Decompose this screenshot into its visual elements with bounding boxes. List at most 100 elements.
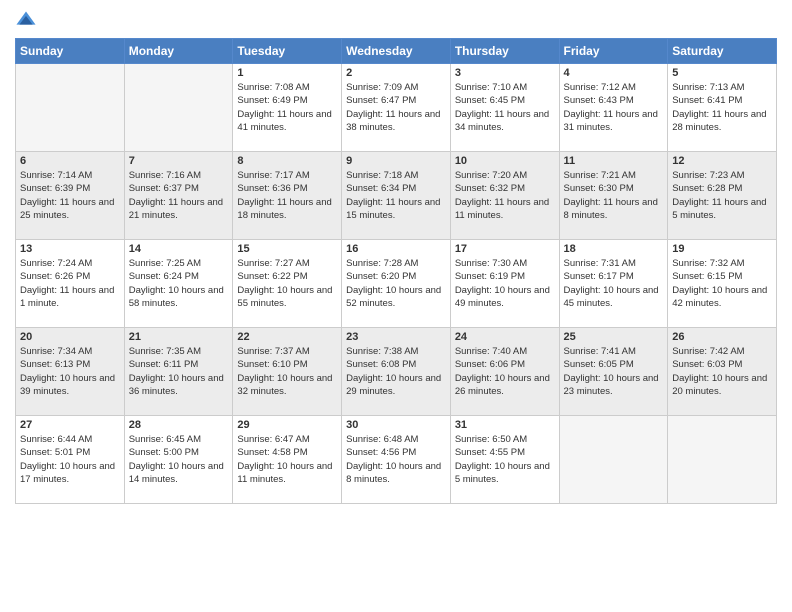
weekday-header-friday: Friday [559, 39, 668, 64]
day-number: 5 [672, 67, 772, 79]
day-number: 22 [237, 331, 337, 343]
day-number: 23 [346, 331, 446, 343]
day-info: Sunrise: 7:34 AMSunset: 6:13 PMDaylight:… [20, 345, 120, 398]
day-info: Sunrise: 6:48 AMSunset: 4:56 PMDaylight:… [346, 433, 446, 486]
calendar-cell: 11 Sunrise: 7:21 AMSunset: 6:30 PMDayligh… [559, 152, 668, 240]
day-info: Sunrise: 7:24 AMSunset: 6:26 PMDaylight:… [20, 257, 120, 310]
calendar-cell: 4Sunrise: 7:12 AMSunset: 6:43 PMDaylight… [559, 64, 668, 152]
calendar-cell: 28 Sunrise: 6:45 AMSunset: 5:00 PMDayligh… [124, 416, 233, 504]
calendar-cell: 24 Sunrise: 7:40 AMSunset: 6:06 PMDayligh… [450, 328, 559, 416]
logo-icon [15, 10, 37, 32]
calendar-cell: 8 Sunrise: 7:17 AMSunset: 6:36 PMDaylight… [233, 152, 342, 240]
day-info: Sunrise: 7:38 AMSunset: 6:08 PMDaylight:… [346, 345, 446, 398]
calendar-cell: 15Sunrise: 7:27 AMSunset: 6:22 PMDayligh… [233, 240, 342, 328]
week-row-4: 20 Sunrise: 7:34 AMSunset: 6:13 PMDayligh… [16, 328, 777, 416]
calendar-cell: 3 Sunrise: 7:10 AMSunset: 6:45 PMDaylight… [450, 64, 559, 152]
day-info: Sunrise: 6:47 AMSunset: 4:58 PMDaylight:… [237, 433, 337, 486]
day-number: 15 [237, 243, 337, 255]
day-number: 7 [129, 155, 229, 167]
day-number: 18 [564, 243, 664, 255]
calendar-cell: 9Sunrise: 7:18 AMSunset: 6:34 PMDaylight… [342, 152, 451, 240]
day-number: 16 [346, 243, 446, 255]
calendar-cell [668, 416, 777, 504]
day-number: 28 [129, 419, 229, 431]
weekday-header-saturday: Saturday [668, 39, 777, 64]
day-info: Sunrise: 7:31 AMSunset: 6:17 PMDaylight:… [564, 257, 664, 310]
day-number: 11 [564, 155, 664, 167]
day-number: 31 [455, 419, 555, 431]
calendar-cell: 26 Sunrise: 7:42 AMSunset: 6:03 PMDayligh… [668, 328, 777, 416]
calendar-cell: 13 Sunrise: 7:24 AMSunset: 6:26 PMDayligh… [16, 240, 125, 328]
day-info: Sunrise: 7:32 AMSunset: 6:15 PMDaylight:… [672, 257, 772, 310]
day-number: 27 [20, 419, 120, 431]
calendar-cell: 14 Sunrise: 7:25 AMSunset: 6:24 PMDayligh… [124, 240, 233, 328]
day-info: Sunrise: 7:28 AMSunset: 6:20 PMDaylight:… [346, 257, 446, 310]
calendar-cell: 16 Sunrise: 7:28 AMSunset: 6:20 PMDayligh… [342, 240, 451, 328]
day-number: 19 [672, 243, 772, 255]
calendar-header: SundayMondayTuesdayWednesdayThursdayFrid… [16, 39, 777, 64]
day-number: 1 [237, 67, 337, 79]
day-number: 2 [346, 67, 446, 79]
day-number: 12 [672, 155, 772, 167]
calendar-cell: 21 Sunrise: 7:35 AMSunset: 6:11 PMDayligh… [124, 328, 233, 416]
day-info: Sunrise: 7:10 AMSunset: 6:45 PMDaylight:… [455, 81, 555, 134]
calendar-cell: 30 Sunrise: 6:48 AMSunset: 4:56 PMDayligh… [342, 416, 451, 504]
weekday-header-sunday: Sunday [16, 39, 125, 64]
day-number: 30 [346, 419, 446, 431]
weekday-header-wednesday: Wednesday [342, 39, 451, 64]
day-info: Sunrise: 7:40 AMSunset: 6:06 PMDaylight:… [455, 345, 555, 398]
calendar: SundayMondayTuesdayWednesdayThursdayFrid… [15, 38, 777, 504]
weekday-row: SundayMondayTuesdayWednesdayThursdayFrid… [16, 39, 777, 64]
day-number: 14 [129, 243, 229, 255]
day-number: 3 [455, 67, 555, 79]
day-info: Sunrise: 7:42 AMSunset: 6:03 PMDaylight:… [672, 345, 772, 398]
day-number: 25 [564, 331, 664, 343]
day-info: Sunrise: 7:14 AMSunset: 6:39 PMDaylight:… [20, 169, 120, 222]
day-number: 24 [455, 331, 555, 343]
day-info: Sunrise: 7:25 AMSunset: 6:24 PMDaylight:… [129, 257, 229, 310]
day-number: 13 [20, 243, 120, 255]
calendar-cell [559, 416, 668, 504]
day-info: Sunrise: 7:21 AMSunset: 6:30 PMDaylight:… [564, 169, 664, 222]
calendar-cell: 2 Sunrise: 7:09 AMSunset: 6:47 PMDaylight… [342, 64, 451, 152]
day-info: Sunrise: 7:13 AMSunset: 6:41 PMDaylight:… [672, 81, 772, 134]
calendar-cell: 25 Sunrise: 7:41 AMSunset: 6:05 PMDayligh… [559, 328, 668, 416]
weekday-header-monday: Monday [124, 39, 233, 64]
day-info: Sunrise: 7:23 AMSunset: 6:28 PMDaylight:… [672, 169, 772, 222]
calendar-cell: 20 Sunrise: 7:34 AMSunset: 6:13 PMDayligh… [16, 328, 125, 416]
calendar-cell: 10 Sunrise: 7:20 AMSunset: 6:32 PMDayligh… [450, 152, 559, 240]
day-info: Sunrise: 6:50 AMSunset: 4:55 PMDaylight:… [455, 433, 555, 486]
day-info: Sunrise: 6:44 AMSunset: 5:01 PMDaylight:… [20, 433, 120, 486]
weekday-header-tuesday: Tuesday [233, 39, 342, 64]
day-info: Sunrise: 7:17 AMSunset: 6:36 PMDaylight:… [237, 169, 337, 222]
day-number: 29 [237, 419, 337, 431]
day-number: 8 [237, 155, 337, 167]
day-number: 21 [129, 331, 229, 343]
week-row-5: 27 Sunrise: 6:44 AMSunset: 5:01 PMDayligh… [16, 416, 777, 504]
day-number: 17 [455, 243, 555, 255]
calendar-cell: 12 Sunrise: 7:23 AMSunset: 6:28 PMDayligh… [668, 152, 777, 240]
calendar-cell: 27 Sunrise: 6:44 AMSunset: 5:01 PMDayligh… [16, 416, 125, 504]
day-info: Sunrise: 7:09 AMSunset: 6:47 PMDaylight:… [346, 81, 446, 134]
logo [15, 10, 41, 32]
calendar-cell: 31 Sunrise: 6:50 AMSunset: 4:55 PMDayligh… [450, 416, 559, 504]
calendar-cell: 23 Sunrise: 7:38 AMSunset: 6:08 PMDayligh… [342, 328, 451, 416]
day-info: Sunrise: 7:08 AMSunset: 6:49 PMDaylight:… [237, 81, 337, 134]
day-info: Sunrise: 7:20 AMSunset: 6:32 PMDaylight:… [455, 169, 555, 222]
calendar-cell: 1 Sunrise: 7:08 AMSunset: 6:49 PMDaylight… [233, 64, 342, 152]
calendar-cell: 29 Sunrise: 6:47 AMSunset: 4:58 PMDayligh… [233, 416, 342, 504]
page: SundayMondayTuesdayWednesdayThursdayFrid… [0, 0, 792, 612]
day-info: Sunrise: 7:12 AMSunset: 6:43 PMDaylight:… [564, 81, 664, 134]
day-info: Sunrise: 7:16 AMSunset: 6:37 PMDaylight:… [129, 169, 229, 222]
day-info: Sunrise: 7:41 AMSunset: 6:05 PMDaylight:… [564, 345, 664, 398]
day-info: Sunrise: 7:18 AMSunset: 6:34 PMDaylight:… [346, 169, 446, 222]
weekday-header-thursday: Thursday [450, 39, 559, 64]
day-info: Sunrise: 7:35 AMSunset: 6:11 PMDaylight:… [129, 345, 229, 398]
day-number: 20 [20, 331, 120, 343]
week-row-3: 13 Sunrise: 7:24 AMSunset: 6:26 PMDayligh… [16, 240, 777, 328]
day-number: 26 [672, 331, 772, 343]
day-number: 10 [455, 155, 555, 167]
day-number: 6 [20, 155, 120, 167]
calendar-cell: 7 Sunrise: 7:16 AMSunset: 6:37 PMDaylight… [124, 152, 233, 240]
day-info: Sunrise: 6:45 AMSunset: 5:00 PMDaylight:… [129, 433, 229, 486]
